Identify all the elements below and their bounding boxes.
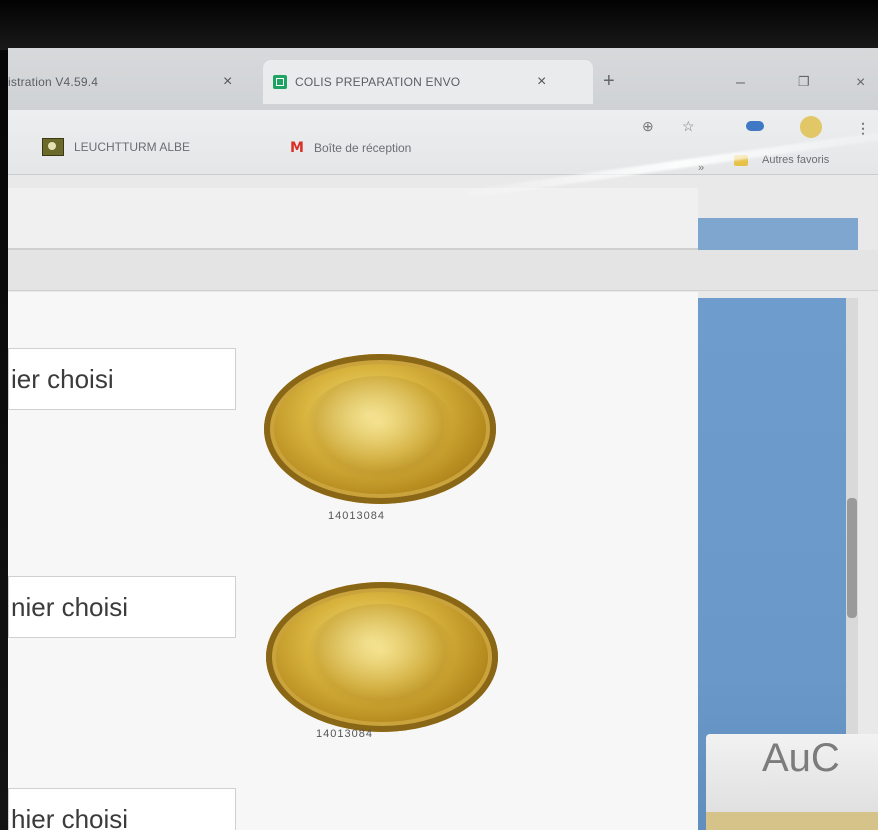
file-chosen-label: hier choisi: [11, 803, 129, 830]
browser-window: istration V4.59.4 × COLIS PREPARATION EN…: [8, 48, 878, 830]
sticker-band: [706, 812, 878, 830]
extension-icon[interactable]: [746, 121, 764, 131]
zoom-icon[interactable]: ⊕: [642, 118, 654, 135]
tab-title: istration V4.59.4: [8, 75, 99, 89]
file-chosen-field[interactable]: hier choisi: [8, 788, 236, 830]
bookmark-label: Autres favoris: [762, 154, 830, 166]
bookmark-gmail-inbox[interactable]: M Boîte de réception: [290, 140, 411, 156]
tab-administration[interactable]: istration V4.59.4 ×: [8, 60, 258, 104]
scrollbar-thumb[interactable]: [847, 498, 857, 618]
file-chosen-field[interactable]: nier choisi: [8, 576, 236, 638]
close-icon[interactable]: ×: [537, 73, 546, 91]
close-icon[interactable]: ×: [223, 73, 232, 91]
bookmark-leuchtturm[interactable]: LEUCHTTURM ALBE: [42, 138, 190, 156]
coin-code-label: 14013084: [316, 728, 373, 740]
page-content: ier choisi 14013084 nier choisi 14013084…: [8, 292, 698, 830]
coin-image-obverse[interactable]: [264, 354, 496, 504]
leuchtturm-icon: [42, 138, 64, 156]
restore-button[interactable]: ❐: [798, 74, 810, 90]
page-toolbar-band: [8, 250, 878, 291]
bookmark-label: Boîte de réception: [313, 141, 412, 155]
page-header: [8, 188, 698, 250]
coin-image-reverse[interactable]: [266, 582, 498, 732]
file-chosen-label: nier choisi: [11, 591, 129, 622]
sticker-label: AuC: [706, 734, 878, 830]
avatar[interactable]: [800, 116, 822, 138]
minimize-button[interactable]: –: [736, 74, 745, 92]
gmail-icon: M: [290, 140, 304, 156]
coin-code-label: 14013084: [328, 510, 385, 522]
spreadsheet-icon: [273, 75, 287, 89]
tab-colis-preparation[interactable]: COLIS PREPARATION ENVO ×: [263, 60, 593, 104]
star-icon[interactable]: ☆: [682, 118, 695, 135]
bookmark-label: LEUCHTTURM ALBE: [74, 140, 191, 154]
file-chosen-field[interactable]: ier choisi: [8, 348, 236, 410]
sticker-text: AuC: [762, 736, 840, 780]
file-chosen-label: ier choisi: [11, 363, 114, 394]
window-close-button[interactable]: ×: [856, 74, 865, 92]
new-tab-button[interactable]: +: [603, 70, 615, 93]
monitor-bezel: [0, 0, 878, 50]
bookmarks-bar: LEUCHTTURM ALBE M Boîte de réception Aut…: [8, 110, 878, 175]
photo-frame: istration V4.59.4 × COLIS PREPARATION EN…: [0, 0, 878, 830]
tab-title: COLIS PREPARATION ENVO: [295, 75, 461, 89]
tab-strip: istration V4.59.4 × COLIS PREPARATION EN…: [8, 48, 878, 110]
